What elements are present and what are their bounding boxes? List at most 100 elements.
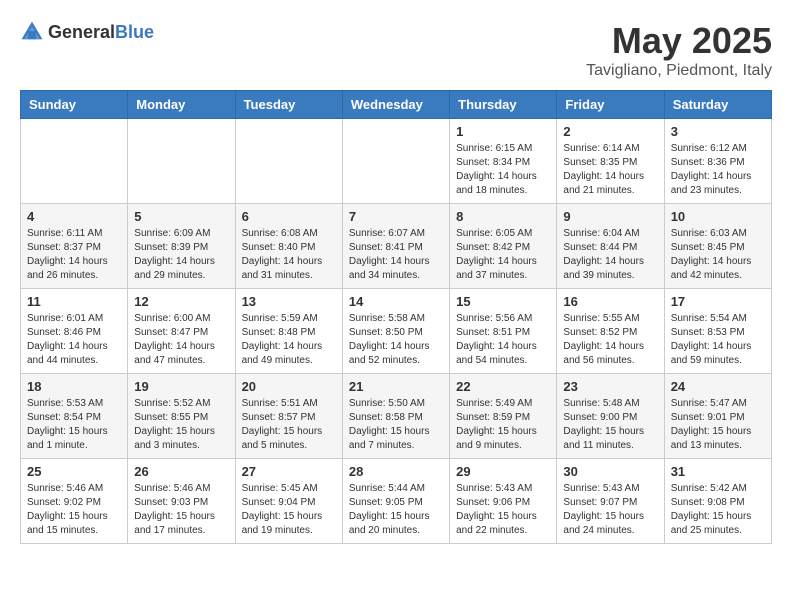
logo: GeneralBlue	[20, 20, 154, 44]
day-header-friday: Friday	[557, 91, 664, 119]
day-info: Sunrise: 6:11 AM Sunset: 8:37 PM Dayligh…	[27, 227, 121, 283]
day-number: 25	[27, 464, 121, 479]
day-number: 29	[456, 464, 550, 479]
calendar-cell: 31Sunrise: 5:42 AM Sunset: 9:08 PM Dayli…	[664, 459, 771, 544]
day-number: 4	[27, 209, 121, 224]
calendar-cell: 20 Sunrise: 5:51 AM Sunset: 8:57 PM Dayli…	[235, 374, 342, 459]
calendar-cell: 18 Sunrise: 5:53 AM Sunset: 8:54 PM Dayli…	[21, 374, 128, 459]
calendar-cell: 9Sunrise: 6:04 AM Sunset: 8:44 PM Daylig…	[557, 204, 664, 289]
day-info: Sunrise: 5:51 AM Sunset: 8:57 PM Dayligh…	[242, 397, 336, 453]
calendar-cell: 27Sunrise: 5:45 AM Sunset: 9:04 PM Dayli…	[235, 459, 342, 544]
day-info: Sunrise: 6:08 AM Sunset: 8:40 PM Dayligh…	[242, 227, 336, 283]
day-info: Sunrise: 6:05 AM Sunset: 8:42 PM Dayligh…	[456, 227, 550, 283]
day-number: 5	[134, 209, 228, 224]
day-info: Sunrise: 5:56 AM Sunset: 8:51 PM Dayligh…	[456, 312, 550, 368]
week-row-0: 1 Sunrise: 6:15 AM Sunset: 8:34 PM Daylig…	[21, 119, 772, 204]
day-number: 21	[349, 379, 443, 394]
calendar-header: SundayMondayTuesdayWednesdayThursdayFrid…	[21, 91, 772, 119]
day-info: Sunrise: 5:47 AM Sunset: 9:01 PM Dayligh…	[671, 397, 765, 453]
day-number: 15	[456, 294, 550, 309]
day-number: 13	[242, 294, 336, 309]
calendar: SundayMondayTuesdayWednesdayThursdayFrid…	[20, 90, 772, 544]
calendar-cell: 12 Sunrise: 6:00 AM Sunset: 8:47 PM Dayli…	[128, 289, 235, 374]
day-number: 24	[671, 379, 765, 394]
day-info: Sunrise: 6:00 AM Sunset: 8:47 PM Dayligh…	[134, 312, 228, 368]
day-info: Sunrise: 6:01 AM Sunset: 8:46 PM Dayligh…	[27, 312, 121, 368]
logo-icon	[20, 20, 44, 44]
calendar-cell: 8 Sunrise: 6:05 AM Sunset: 8:42 PM Daylig…	[450, 204, 557, 289]
day-header-wednesday: Wednesday	[342, 91, 449, 119]
day-number: 14	[349, 294, 443, 309]
calendar-cell: 6 Sunrise: 6:08 AM Sunset: 8:40 PM Daylig…	[235, 204, 342, 289]
calendar-cell: 29 Sunrise: 5:43 AM Sunset: 9:06 PM Dayli…	[450, 459, 557, 544]
day-info: Sunrise: 6:15 AM Sunset: 8:34 PM Dayligh…	[456, 142, 550, 198]
day-header-sunday: Sunday	[21, 91, 128, 119]
day-info: Sunrise: 5:48 AM Sunset: 9:00 PM Dayligh…	[563, 397, 657, 453]
day-number: 23	[563, 379, 657, 394]
location-title: Tavigliano, Piedmont, Italy	[586, 62, 772, 80]
day-number: 30	[563, 464, 657, 479]
day-number: 8	[456, 209, 550, 224]
calendar-body: 1 Sunrise: 6:15 AM Sunset: 8:34 PM Daylig…	[21, 119, 772, 544]
day-header-monday: Monday	[128, 91, 235, 119]
day-header-thursday: Thursday	[450, 91, 557, 119]
day-number: 9	[563, 209, 657, 224]
calendar-cell: 23 Sunrise: 5:48 AM Sunset: 9:00 PM Dayli…	[557, 374, 664, 459]
calendar-cell	[235, 119, 342, 204]
day-number: 11	[27, 294, 121, 309]
day-info: Sunrise: 5:49 AM Sunset: 8:59 PM Dayligh…	[456, 397, 550, 453]
day-number: 1	[456, 124, 550, 139]
page-header: GeneralBlue May 2025 Tavigliano, Piedmon…	[20, 20, 772, 80]
calendar-cell: 13 Sunrise: 5:59 AM Sunset: 8:48 PM Dayli…	[235, 289, 342, 374]
day-info: Sunrise: 5:59 AM Sunset: 8:48 PM Dayligh…	[242, 312, 336, 368]
calendar-cell	[21, 119, 128, 204]
day-number: 16	[563, 294, 657, 309]
day-info: Sunrise: 5:44 AM Sunset: 9:05 PM Dayligh…	[349, 482, 443, 538]
day-info: Sunrise: 5:43 AM Sunset: 9:06 PM Dayligh…	[456, 482, 550, 538]
day-number: 7	[349, 209, 443, 224]
calendar-cell: 4 Sunrise: 6:11 AM Sunset: 8:37 PM Daylig…	[21, 204, 128, 289]
calendar-cell: 7 Sunrise: 6:07 AM Sunset: 8:41 PM Daylig…	[342, 204, 449, 289]
calendar-cell: 22Sunrise: 5:49 AM Sunset: 8:59 PM Dayli…	[450, 374, 557, 459]
day-info: Sunrise: 6:14 AM Sunset: 8:35 PM Dayligh…	[563, 142, 657, 198]
calendar-cell: 19 Sunrise: 5:52 AM Sunset: 8:55 PM Dayli…	[128, 374, 235, 459]
day-number: 28	[349, 464, 443, 479]
day-number: 26	[134, 464, 228, 479]
logo-text: GeneralBlue	[48, 22, 154, 43]
header-row: SundayMondayTuesdayWednesdayThursdayFrid…	[21, 91, 772, 119]
calendar-cell: 28 Sunrise: 5:44 AM Sunset: 9:05 PM Dayli…	[342, 459, 449, 544]
day-number: 2	[563, 124, 657, 139]
day-number: 17	[671, 294, 765, 309]
day-header-saturday: Saturday	[664, 91, 771, 119]
calendar-cell: 11 Sunrise: 6:01 AM Sunset: 8:46 PM Dayli…	[21, 289, 128, 374]
day-info: Sunrise: 5:45 AM Sunset: 9:04 PM Dayligh…	[242, 482, 336, 538]
day-info: Sunrise: 6:09 AM Sunset: 8:39 PM Dayligh…	[134, 227, 228, 283]
day-number: 20	[242, 379, 336, 394]
calendar-cell: 1 Sunrise: 6:15 AM Sunset: 8:34 PM Daylig…	[450, 119, 557, 204]
day-info: Sunrise: 6:07 AM Sunset: 8:41 PM Dayligh…	[349, 227, 443, 283]
week-row-3: 18 Sunrise: 5:53 AM Sunset: 8:54 PM Dayli…	[21, 374, 772, 459]
title-block: May 2025 Tavigliano, Piedmont, Italy	[586, 20, 772, 80]
day-info: Sunrise: 5:58 AM Sunset: 8:50 PM Dayligh…	[349, 312, 443, 368]
day-info: Sunrise: 5:54 AM Sunset: 8:53 PM Dayligh…	[671, 312, 765, 368]
day-number: 6	[242, 209, 336, 224]
day-info: Sunrise: 5:53 AM Sunset: 8:54 PM Dayligh…	[27, 397, 121, 453]
calendar-cell: 25Sunrise: 5:46 AM Sunset: 9:02 PM Dayli…	[21, 459, 128, 544]
day-info: Sunrise: 5:43 AM Sunset: 9:07 PM Dayligh…	[563, 482, 657, 538]
day-info: Sunrise: 5:52 AM Sunset: 8:55 PM Dayligh…	[134, 397, 228, 453]
calendar-cell: 21Sunrise: 5:50 AM Sunset: 8:58 PM Dayli…	[342, 374, 449, 459]
day-number: 18	[27, 379, 121, 394]
day-number: 31	[671, 464, 765, 479]
calendar-cell: 26Sunrise: 5:46 AM Sunset: 9:03 PM Dayli…	[128, 459, 235, 544]
day-number: 3	[671, 124, 765, 139]
day-header-tuesday: Tuesday	[235, 91, 342, 119]
week-row-1: 4 Sunrise: 6:11 AM Sunset: 8:37 PM Daylig…	[21, 204, 772, 289]
logo-general: General	[48, 22, 115, 42]
calendar-cell	[128, 119, 235, 204]
day-number: 12	[134, 294, 228, 309]
calendar-cell: 2 Sunrise: 6:14 AM Sunset: 8:35 PM Daylig…	[557, 119, 664, 204]
day-number: 19	[134, 379, 228, 394]
calendar-cell: 30 Sunrise: 5:43 AM Sunset: 9:07 PM Dayli…	[557, 459, 664, 544]
calendar-cell	[342, 119, 449, 204]
day-info: Sunrise: 6:03 AM Sunset: 8:45 PM Dayligh…	[671, 227, 765, 283]
